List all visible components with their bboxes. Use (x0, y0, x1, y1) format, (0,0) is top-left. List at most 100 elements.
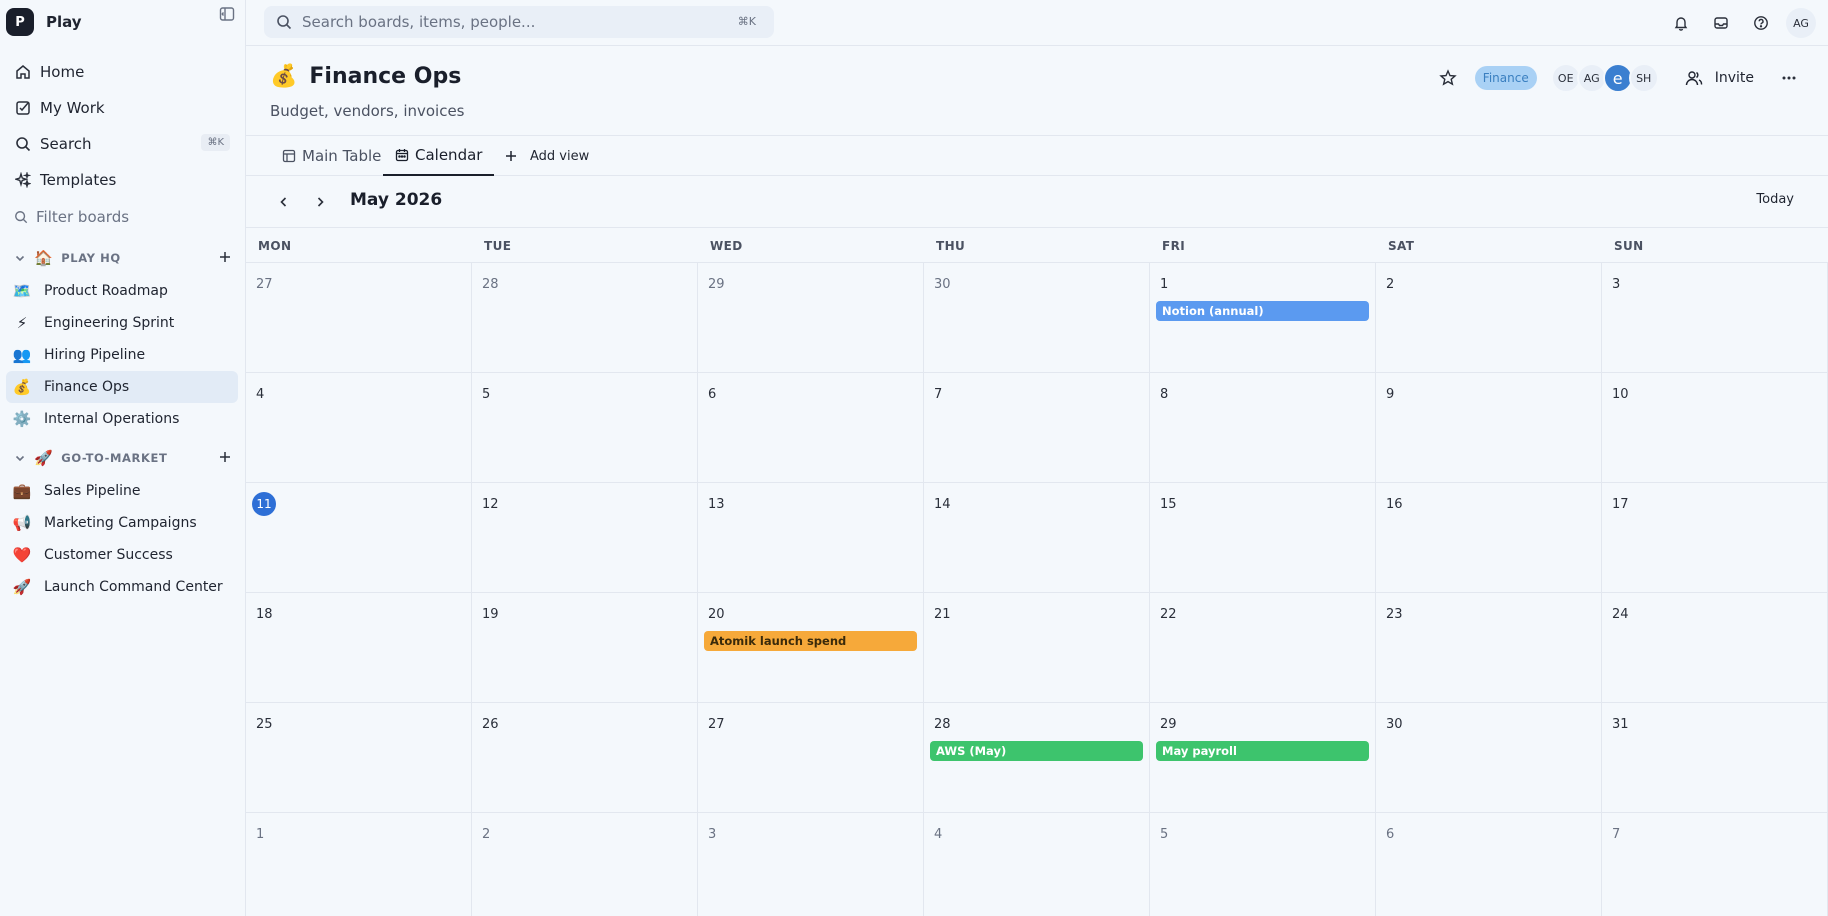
tab-main-table[interactable]: Main Table (282, 136, 381, 176)
calendar-day-cell[interactable]: 1 Notion (annual) (1150, 263, 1376, 373)
filter-boards[interactable] (6, 201, 238, 233)
calendar-day-cell[interactable]: 29 May payroll (1150, 703, 1376, 813)
board-item-launch-command-center[interactable]: 🚀 Launch Command Center (6, 571, 238, 603)
board-item-product-roadmap[interactable]: 🗺️ Product Roadmap (6, 275, 238, 307)
add-view-button[interactable]: Add view (504, 136, 589, 176)
board-item-sales-pipeline[interactable]: 💼 Sales Pipeline (6, 475, 238, 507)
global-search-input[interactable] (302, 13, 722, 31)
day-number: 11 (252, 492, 276, 516)
calendar-day-cell[interactable]: 14 (924, 483, 1150, 593)
calendar-day-cell[interactable]: 15 (1150, 483, 1376, 593)
board-emoji: 👥 (12, 346, 32, 364)
calendar-day-cell[interactable]: 13 (698, 483, 924, 593)
calendar-day-cell[interactable]: 17 (1602, 483, 1828, 593)
calendar-day-cell[interactable]: 21 (924, 593, 1150, 703)
calendar-day-cell[interactable]: 31 (1602, 703, 1828, 813)
calendar-day-cell[interactable]: 5 (1150, 813, 1376, 916)
calendar-day-cell[interactable]: 23 (1376, 593, 1602, 703)
inbox-icon[interactable] (1706, 8, 1736, 38)
calendar-day-cell[interactable]: 6 (698, 373, 924, 483)
calendar-day-cell[interactable]: 2 (1376, 263, 1602, 373)
calendar-day-cell[interactable]: 4 (246, 373, 472, 483)
calendar-day-cell[interactable]: 7 (1602, 813, 1828, 916)
calendar-day-cell[interactable]: 10 (1602, 373, 1828, 483)
bell-icon[interactable] (1666, 8, 1696, 38)
chevron-down-icon[interactable] (14, 252, 26, 264)
calendar-day-cell[interactable]: 28 AWS (May) (924, 703, 1150, 813)
calendar-day-cell[interactable]: 9 (1376, 373, 1602, 483)
day-number: 15 (1160, 497, 1177, 512)
weekday-label: MON (258, 239, 292, 253)
calendar-day-cell[interactable]: 11 (246, 483, 472, 593)
board-item-customer-success[interactable]: ❤️ Customer Success (6, 539, 238, 571)
calendar-day-cell[interactable]: 24 (1602, 593, 1828, 703)
board-item-hiring-pipeline[interactable]: 👥 Hiring Pipeline (6, 339, 238, 371)
star-icon[interactable] (1433, 63, 1463, 93)
nav-templates[interactable]: Templates (6, 162, 238, 198)
help-icon[interactable] (1746, 8, 1776, 38)
workspace-logo: P (6, 8, 34, 36)
board-item-engineering-sprint[interactable]: ⚡ Engineering Sprint (6, 307, 238, 339)
calendar-day-cell[interactable]: 27 (698, 703, 924, 813)
section-play-hq[interactable]: 🏠 PLAY HQ (6, 246, 238, 270)
today-button[interactable]: Today (1756, 192, 1794, 207)
calendar-day-cell[interactable]: 22 (1150, 593, 1376, 703)
calendar-day-cell[interactable]: 19 (472, 593, 698, 703)
sidebar-collapse-icon[interactable] (219, 6, 235, 22)
calendar-day-cell[interactable]: 2 (472, 813, 698, 916)
plus-icon (504, 149, 518, 163)
calendar-day-cell[interactable]: 7 (924, 373, 1150, 483)
board-tag-badge[interactable]: Finance (1474, 66, 1537, 90)
board-emoji: 🚀 (12, 578, 32, 596)
add-board-icon[interactable] (218, 450, 232, 464)
calendar-day-cell[interactable]: 27 (246, 263, 472, 373)
calendar-day-cell[interactable]: 8 (1150, 373, 1376, 483)
board-description[interactable]: Budget, vendors, invoices (270, 102, 465, 120)
calendar-day-cell[interactable]: 5 (472, 373, 698, 483)
board-item-finance-ops[interactable]: 💰 Finance Ops (6, 371, 238, 403)
calendar-event[interactable]: Notion (annual) (1156, 301, 1369, 321)
calendar-day-cell[interactable]: 28 (472, 263, 698, 373)
tab-calendar[interactable]: Calendar (383, 136, 495, 176)
calendar-day-cell[interactable]: 12 (472, 483, 698, 593)
calendar-day-cell[interactable]: 25 (246, 703, 472, 813)
board-item-internal-operations[interactable]: ⚙️ Internal Operations (6, 403, 238, 435)
section-go-to-market[interactable]: 🚀 GO-TO-MARKET (6, 446, 238, 470)
nav-my-work[interactable]: My Work (6, 90, 238, 126)
calendar-day-cell[interactable]: 3 (1602, 263, 1828, 373)
calendar-event[interactable]: AWS (May) (930, 741, 1143, 761)
page-title[interactable]: Finance Ops (309, 64, 461, 89)
calendar-event[interactable]: Atomik launch spend (704, 631, 917, 651)
calendar-day-cell[interactable]: 4 (924, 813, 1150, 916)
nav-home[interactable]: Home (6, 54, 238, 90)
filter-boards-input[interactable] (36, 208, 216, 226)
nav-search[interactable]: Search ⌘K (6, 126, 238, 162)
workspace-name: Play (46, 13, 82, 31)
invite-button[interactable]: Invite (1671, 62, 1768, 94)
calendar-day-cell[interactable]: 1 (246, 813, 472, 916)
calendar-day-cell[interactable]: 20 Atomik launch spend (698, 593, 924, 703)
calendar-day-cell[interactable]: 3 (698, 813, 924, 916)
global-search[interactable]: ⌘K (264, 6, 774, 38)
chevron-left-icon[interactable] (270, 188, 298, 216)
view-tabs: Main Table Calendar Add view (246, 136, 1828, 176)
day-number: 3 (708, 827, 717, 842)
member-avatar[interactable]: SH (1628, 63, 1659, 93)
calendar-day-cell[interactable]: 26 (472, 703, 698, 813)
board-item-marketing-campaigns[interactable]: 📢 Marketing Campaigns (6, 507, 238, 539)
calendar-day-cell[interactable]: 6 (1376, 813, 1602, 916)
add-board-icon[interactable] (218, 250, 232, 264)
chevron-down-icon[interactable] (14, 452, 26, 464)
weekday-label: FRI (1162, 239, 1186, 253)
user-avatar[interactable]: AG (1786, 8, 1816, 38)
calendar-day-cell[interactable]: 18 (246, 593, 472, 703)
calendar-day-cell[interactable]: 30 (924, 263, 1150, 373)
workspace-header[interactable]: P Play (6, 8, 240, 36)
calendar-day-cell[interactable]: 16 (1376, 483, 1602, 593)
calendar-day-cell[interactable]: 29 (698, 263, 924, 373)
calendar-day-cell[interactable]: 30 (1376, 703, 1602, 813)
chevron-right-icon[interactable] (306, 188, 334, 216)
calendar-event[interactable]: May payroll (1156, 741, 1369, 761)
board-members[interactable]: OE AG e SH (1550, 63, 1659, 93)
more-horizontal-icon[interactable] (1774, 63, 1804, 93)
